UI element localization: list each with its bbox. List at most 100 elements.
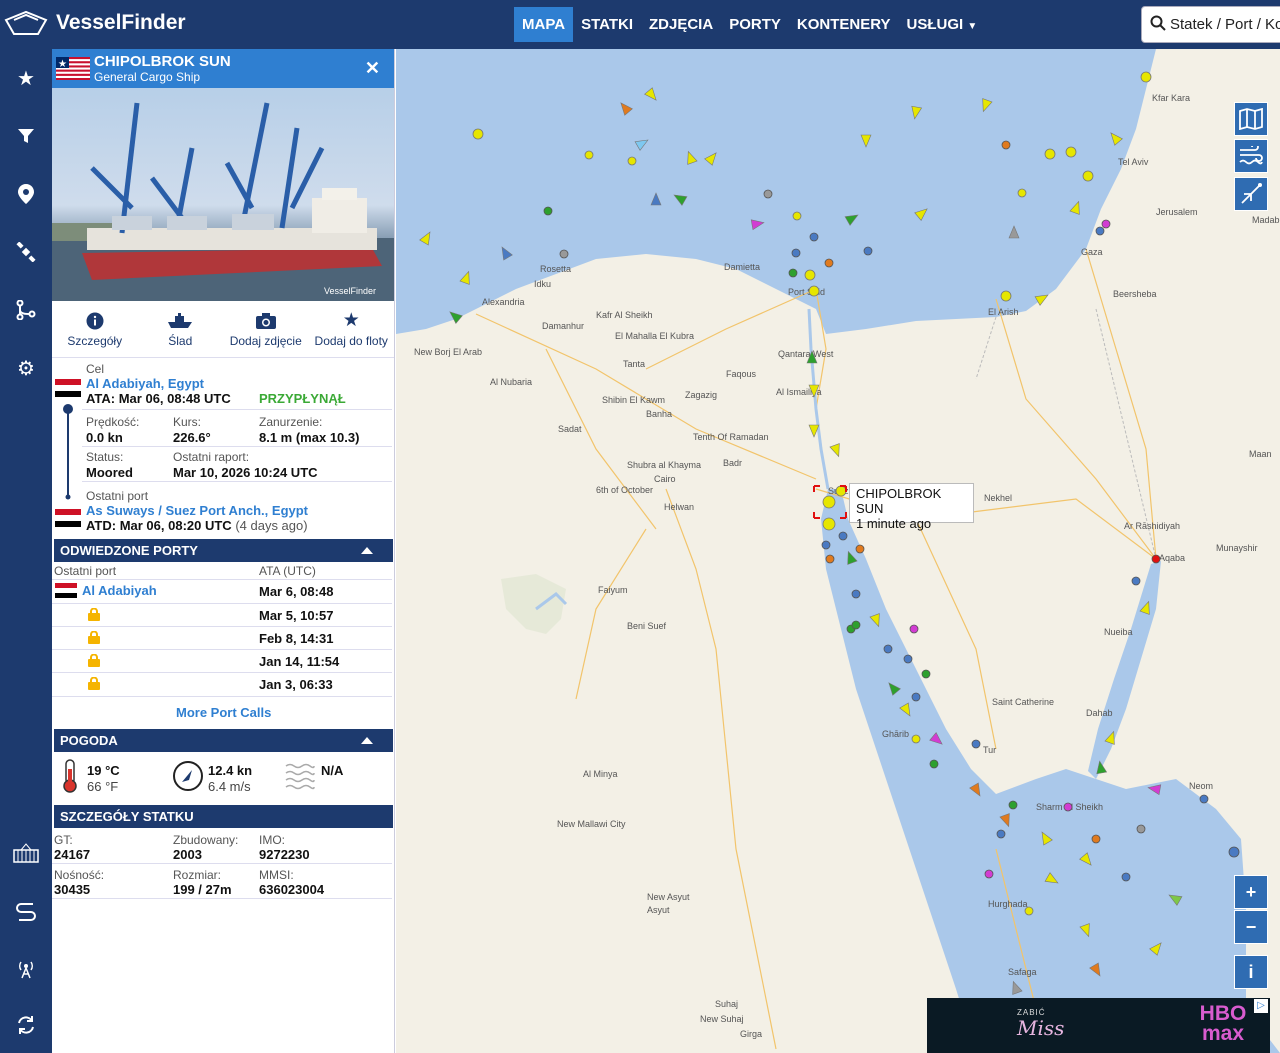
zoom-out-button[interactable]: −	[1234, 910, 1268, 944]
last-port-link[interactable]: As Suways / Suez Port Anch., Egypt	[86, 503, 308, 518]
status-value: Moored	[86, 465, 133, 480]
vessel-markers-layer	[419, 71, 1240, 1046]
search-input[interactable]: Statek / Port / Ko	[1141, 6, 1280, 43]
search-placeholder: Statek / Port / Ko	[1170, 16, 1280, 33]
measure-button[interactable]	[1234, 177, 1268, 211]
settings-icon[interactable]: ⚙	[12, 354, 40, 382]
nav-map[interactable]: MAPA	[514, 7, 574, 42]
divider	[82, 409, 392, 410]
nav-services-label: USŁUGI	[906, 16, 964, 33]
add-photo-label: Dodaj zdjęcie	[229, 333, 302, 348]
ad-text-2: Miss	[1017, 1016, 1065, 1040]
info-icon	[86, 311, 104, 331]
temp-c: 19 °C	[87, 763, 120, 778]
nav-vessels[interactable]: STATKI	[573, 7, 641, 42]
port-ata: Feb 8, 14:31	[259, 631, 334, 646]
ata-col-header: ATA (UTC)	[259, 564, 316, 578]
map-icon	[1239, 108, 1263, 130]
route-icon[interactable]	[12, 296, 40, 324]
wind-compass-icon	[173, 761, 203, 791]
size-value: 199 / 27m	[173, 882, 232, 897]
divider	[82, 446, 392, 447]
antenna-icon[interactable]	[12, 955, 40, 983]
vessel-panel: CHIPOLBROK SUN General Cargo Ship ✕ Vess…	[52, 49, 395, 1053]
advertisement-banner[interactable]: ZABIĆ Miss HBO max ▷	[927, 998, 1270, 1053]
left-toolbar: ★ ⚙	[0, 49, 52, 1053]
brand-name: VesselFinder	[56, 11, 186, 34]
tooltip-time: 1 minute ago	[856, 516, 932, 531]
wind-waves-icon	[1239, 146, 1263, 165]
track-button[interactable]: Ślad	[138, 301, 224, 357]
lock-icon[interactable]	[88, 607, 100, 626]
zoom-in-label: +	[1245, 881, 1257, 902]
divider	[52, 898, 392, 899]
weather-layer-button[interactable]	[1234, 139, 1268, 173]
brand-logo[interactable]: VesselFinder	[4, 10, 186, 36]
lock-icon[interactable]	[88, 653, 100, 672]
details-button[interactable]: Szczegóły	[52, 301, 138, 357]
photo-watermark: VesselFinder	[324, 286, 376, 296]
map-pin-icon[interactable]	[12, 180, 40, 208]
caret-down-icon: ▼	[967, 21, 978, 32]
wind-kn: 12.4 kn	[208, 763, 253, 778]
star-icon[interactable]: ★	[12, 64, 40, 92]
collapse-icon	[361, 737, 373, 744]
zoom-in-button[interactable]: +	[1234, 875, 1268, 909]
arrival-status: PRZYPŁYNĄŁ	[259, 391, 346, 406]
destination-link[interactable]: Al Adabiyah, Egypt	[86, 376, 204, 391]
details-label: Szczegóły	[67, 333, 123, 348]
filter-icon[interactable]	[12, 122, 40, 150]
nav-ports[interactable]: PORTY	[721, 7, 789, 42]
lock-icon[interactable]	[88, 676, 100, 695]
zoom-out-label: −	[1245, 916, 1257, 937]
nav-services[interactable]: USŁUGI ▼	[899, 7, 986, 42]
nav-photos[interactable]: ZDJĘCIA	[641, 7, 721, 42]
imo-value: 9272230	[259, 847, 310, 862]
map-info-button[interactable]: i	[1234, 955, 1268, 989]
vessel-type: General Cargo Ship	[94, 70, 201, 84]
port-ata: Jan 14, 11:54	[259, 654, 340, 669]
route-planner-icon[interactable]	[12, 897, 40, 925]
add-to-fleet-label: Dodaj do floty	[314, 333, 388, 348]
close-icon[interactable]: ✕	[365, 58, 380, 79]
port-name-link[interactable]: Al Adabiyah	[82, 583, 157, 598]
atd-ago: (4 days ago)	[235, 518, 308, 533]
weather-header[interactable]: POGODA	[54, 729, 393, 752]
map-canvas[interactable]: Kfar Kara Tel Aviv Jerusalem Madab Gaza …	[396, 49, 1280, 1053]
satellite-icon[interactable]	[12, 238, 40, 266]
map-layers-button[interactable]	[1234, 102, 1268, 136]
draught-label: Zanurzenie:	[259, 415, 323, 429]
star-outline-icon: ★	[342, 310, 360, 331]
more-port-calls-link[interactable]: More Port Calls	[176, 705, 271, 720]
ship-track-icon	[167, 311, 193, 331]
camera-icon	[255, 311, 277, 331]
nav-containers[interactable]: KONTENERY	[789, 7, 899, 42]
voyage-info: Cel Al Adabiyah, Egypt ATA: Mar 06, 08:4…	[52, 359, 394, 539]
vessel-actions: Szczegóły Ślad Dodaj zdjęcie ★ Dodaj do …	[52, 301, 394, 358]
visited-ports-header[interactable]: ODWIEDZONE PORTY	[54, 539, 393, 562]
course-label: Kurs:	[173, 415, 202, 429]
built-value: 2003	[173, 847, 202, 862]
thermometer-icon	[63, 759, 77, 793]
port-row: Feb 8, 14:31	[52, 627, 392, 650]
port-row: Jan 3, 06:33	[52, 673, 392, 696]
lock-icon[interactable]	[88, 630, 100, 649]
refresh-icon[interactable]	[12, 1011, 40, 1039]
destination-label: Cel	[86, 362, 105, 376]
liberia-flag-icon	[56, 57, 90, 80]
main-nav: MAPA STATKI ZDJĘCIA PORTY KONTENERY USŁU…	[514, 7, 985, 42]
add-photo-button[interactable]: Dodaj zdjęcie	[223, 301, 309, 357]
ship-photo-image: VesselFinder	[52, 102, 394, 301]
dwt-value: 30435	[54, 882, 91, 897]
collapse-icon	[361, 547, 373, 554]
vessel-arrows[interactable]	[419, 87, 1203, 1046]
add-to-fleet-button[interactable]: ★ Dodaj do floty	[309, 301, 395, 357]
mmsi-label: MMSI:	[259, 868, 294, 882]
imo-label: IMO:	[259, 833, 285, 847]
vessel-photo[interactable]: VesselFinder	[52, 88, 394, 301]
last-report-label: Ostatni raport:	[173, 450, 250, 464]
ad-choices-icon[interactable]: ▷	[1254, 999, 1268, 1013]
gt-value: 24167	[54, 847, 91, 862]
container-icon[interactable]	[12, 839, 40, 867]
course-value: 226.6°	[173, 430, 211, 445]
